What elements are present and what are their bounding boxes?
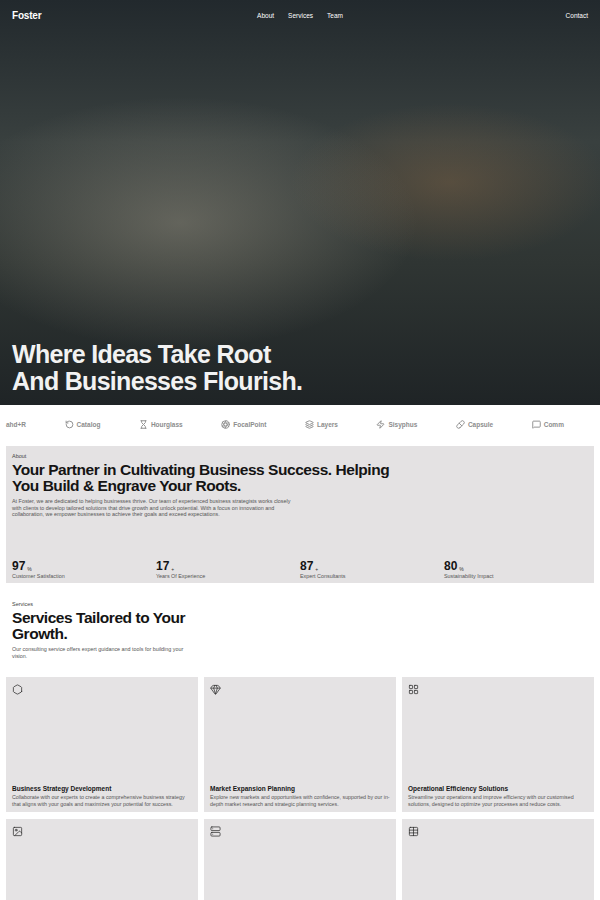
partner-logo: Capsule [456,420,493,429]
server-icon [210,826,221,837]
navbar: FosterAbout Services Team Contact [12,10,588,21]
card-title: Business Strategy Development [12,785,192,792]
nav-link[interactable]: Team [327,12,343,19]
partner-logo: Catalog [65,420,101,429]
card-title: Market Expansion Planning [210,785,390,792]
about-panel: About Your Partner in Cultivating Busines… [6,446,594,583]
stat: 97%Customer Satisfaction [12,560,156,579]
stat-value: 87 [300,560,313,572]
stat-unit: + [315,566,318,572]
page: FosterAboutServicesTeamContactWhere Idea… [0,0,600,900]
stat: 17+Years Of Experience [156,560,300,579]
service-cards: Business Strategy Development Collaborate… [0,677,600,900]
stat-unit: % [459,566,463,572]
service-card[interactable] [402,819,594,900]
card-description: Explore new markets and opportunities wi… [210,794,390,807]
about-heading: Your Partner in Cultivating Business Suc… [12,462,588,494]
card-title: Operational Efficiency Solutions [408,785,588,792]
stat: 87+Expert Consultants [300,560,444,579]
logo[interactable]: Foster [12,10,257,21]
partner-logo: Hourglass [139,420,183,429]
stat-value: 97 [12,560,25,572]
catalog-icon [65,420,74,429]
bolt-icon [376,420,385,429]
gem-icon [210,684,221,695]
stat-value: 80 [444,560,457,572]
service-card[interactable]: Operational Efficiency Solutions Streamli… [402,677,594,812]
services-heading: Services Tailored to YourGrowth. [12,610,588,642]
image-icon [12,826,23,837]
logo-strip: ahd+R Catalog Hourglass FocalPoint Layers Sis… [0,405,600,443]
layers-icon [305,420,314,429]
stat: 80%Sustainability Impact [444,560,588,579]
nav-link[interactable]: Services [288,12,313,19]
card-description: Collaborate with our experts to create a… [12,794,192,807]
card-description: Streamline your operations and improve e… [408,794,588,807]
stat-label: Years Of Experience [156,573,300,579]
services-section: Services Services Tailored to YourGrowth.… [0,583,600,659]
table-icon [408,826,419,837]
partner-logo: Comm [532,420,564,429]
partner-logo: Layers [305,420,338,429]
partner-logo: FocalPoint [221,420,266,429]
nav-links: About Services Team [257,12,343,19]
service-card[interactable] [6,819,198,900]
aperture-icon [221,420,230,429]
hero: FosterAbout Services Team Contact Where Idea… [0,0,600,405]
grid-icon [408,684,419,695]
partner-logo: ahd+R [6,421,26,428]
stats-row: 97%Customer Satisfaction17+Years Of Expe… [12,550,588,579]
partner-logo: Sisyphus [376,420,417,429]
stat-unit: + [171,566,174,572]
hourglass-icon [139,420,148,429]
stat-label: Expert Consultants [300,573,444,579]
hexagon-icon [12,684,23,695]
hero-headline: Where Ideas Take RootAnd Businesses Flou… [12,341,588,395]
services-text: Our consulting service offers expert gui… [12,646,192,660]
message-icon [532,420,541,429]
section-label: About [12,453,588,459]
stat-unit: % [27,566,31,572]
nav-link[interactable]: About [257,12,274,19]
stat-label: Sustainability Impact [444,573,588,579]
section-label: Services [12,601,588,607]
stat-value: 17 [156,560,169,572]
service-card[interactable] [204,819,396,900]
stat-label: Customer Satisfaction [12,573,156,579]
capsule-icon [456,420,465,429]
service-card[interactable]: Business Strategy Development Collaborate… [6,677,198,812]
service-card[interactable]: Market Expansion Planning Explore new mar… [204,677,396,812]
contact-link[interactable]: Contact [566,12,588,19]
about-text: At Foster, we are dedicated to helping b… [12,498,297,518]
